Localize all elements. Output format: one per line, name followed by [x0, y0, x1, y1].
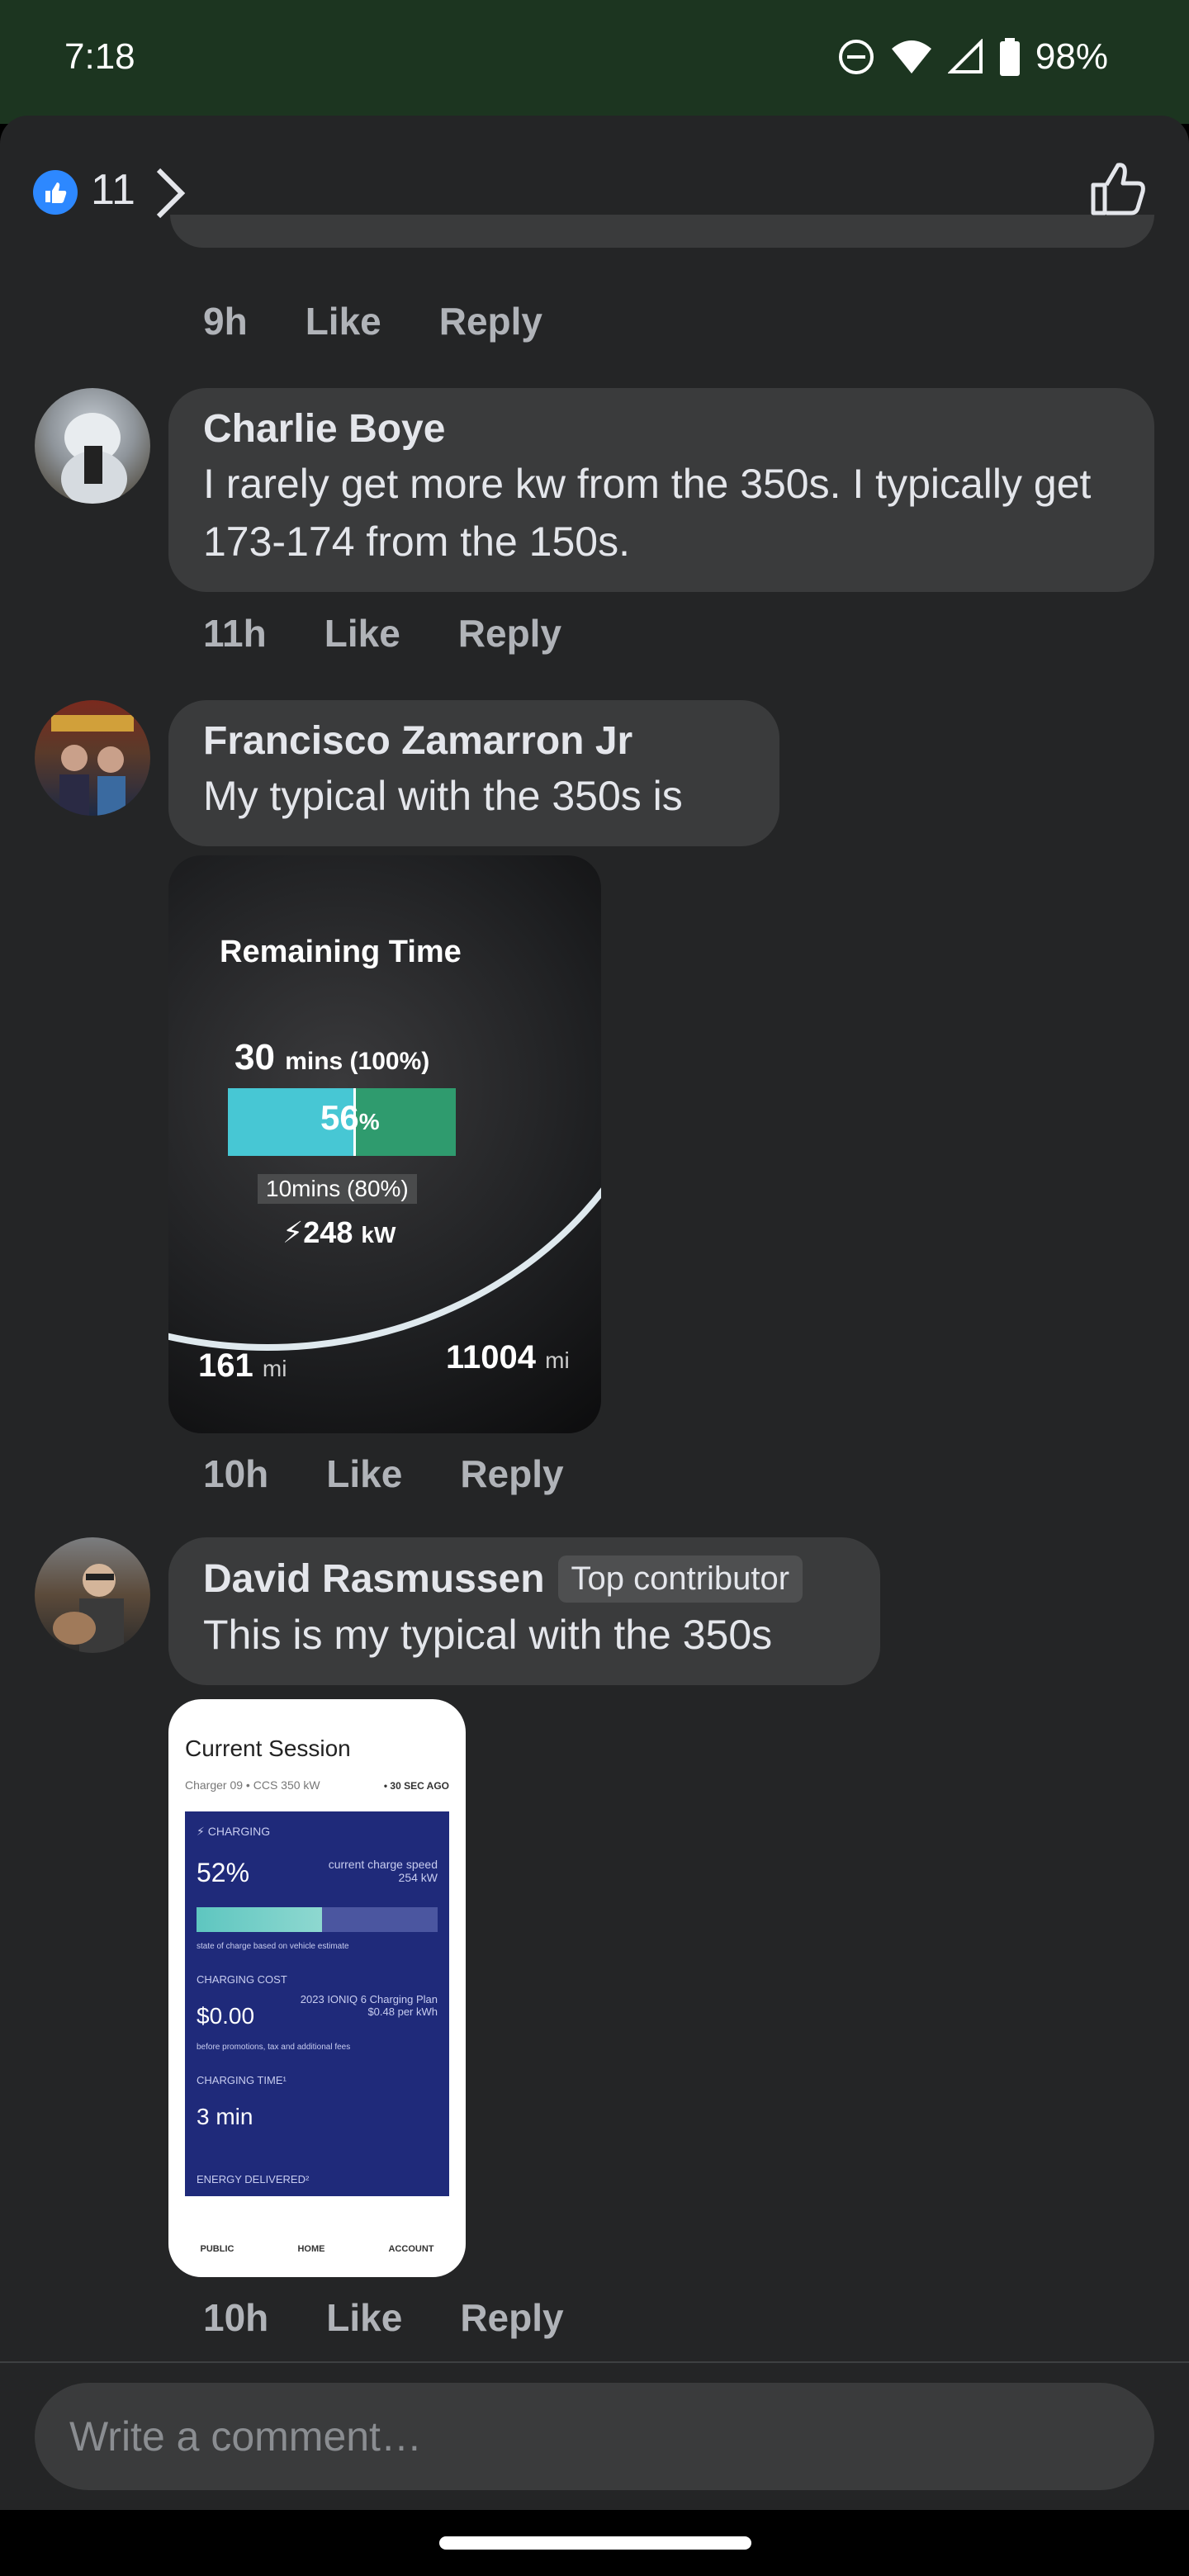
reply-link[interactable]: Reply — [439, 299, 542, 343]
comment-time: 10h — [203, 1452, 269, 1495]
app-nav: PUBLIC HOME ACCOUNT — [200, 2244, 434, 2254]
comment-bubble: Charlie Boye I rarely get more kw from t… — [168, 388, 1154, 592]
app-ago: • 30 SEC AGO — [383, 1780, 449, 1792]
home-gesture-handle[interactable] — [439, 2536, 751, 2550]
comment-bubble: David Rasmussen Top contributor This is m… — [168, 1537, 880, 1685]
like-link[interactable]: Like — [306, 299, 381, 343]
dash-full-time: 30 mins (100%) — [234, 1037, 430, 1077]
comment-photo[interactable]: Current Session Charger 09 • CCS 350 kW … — [168, 1699, 466, 2277]
dash-eighty-time: 10mins (80%) — [258, 1174, 417, 1204]
comment-bubble: Francisco Zamarron Jr My typical with th… — [168, 700, 779, 846]
avatar[interactable] — [35, 700, 150, 816]
comment-text: I rarely get more kw from the 350s. I ty… — [203, 461, 1092, 565]
reactions-header: 11 — [0, 116, 1189, 256]
dash-power: ⚡248 kW — [282, 1215, 396, 1249]
like-link[interactable]: Like — [326, 2295, 402, 2340]
comment-actions: 10h Like Reply — [203, 2295, 564, 2340]
reply-link[interactable]: Reply — [460, 1451, 563, 1496]
comment-input[interactable]: Write a comment… — [35, 2383, 1154, 2490]
comment-actions: 11h Like Reply — [203, 611, 561, 656]
cell-signal-icon — [947, 39, 983, 73]
dash-title: Remaining Time — [220, 935, 462, 969]
app-charger: Charger 09 • CCS 350 kW — [185, 1778, 320, 1792]
like-link[interactable]: Like — [326, 1451, 402, 1496]
reply-link[interactable]: Reply — [458, 611, 561, 656]
comment-time: 11h — [203, 612, 267, 655]
app-soc-bar — [197, 1907, 438, 1932]
comment-author[interactable]: Francisco Zamarron Jr — [203, 718, 746, 764]
like-button-icon[interactable] — [1088, 159, 1148, 218]
top-contributor-badge: Top contributor — [557, 1556, 803, 1603]
reaction-count[interactable]: 11 — [91, 165, 135, 215]
dash-odometer: 11004 mi — [446, 1339, 570, 1376]
wifi-icon — [891, 40, 931, 73]
comment-time: 9h — [203, 300, 248, 343]
avatar[interactable] — [35, 388, 150, 504]
chevron-right-icon[interactable] — [154, 167, 187, 220]
status-time: 7:18 — [64, 36, 135, 77]
dash-soc: 56% — [320, 1098, 380, 1137]
comment-photo[interactable]: Remaining Time 30 mins (100%) 56% 10mins… — [168, 855, 601, 1433]
status-bar: 7:18 98% — [0, 0, 1189, 124]
like-link[interactable]: Like — [324, 611, 400, 656]
status-icons: 98% — [837, 36, 1108, 78]
comment-text: My typical with the 350s is — [203, 773, 683, 819]
composer-divider — [0, 2361, 1189, 2363]
reply-link[interactable]: Reply — [460, 2295, 563, 2340]
system-nav-bar — [0, 2510, 1189, 2576]
comment-text: This is my typical with the 350s — [203, 1612, 773, 1658]
battery-icon — [999, 38, 1020, 76]
battery-percent: 98% — [1035, 36, 1108, 77]
comments-sheet[interactable]: 11 9h Like Reply Charlie Boye I rarely g… — [0, 116, 1189, 2510]
comment-actions: 10h Like Reply — [203, 1451, 564, 1496]
comment-actions: 9h Like Reply — [203, 299, 542, 343]
comment-time: 10h — [203, 2296, 269, 2339]
app-title: Current Session — [185, 1735, 351, 1761]
like-reaction-icon — [33, 170, 78, 215]
comment-author[interactable]: Charlie Boye — [203, 406, 1121, 452]
avatar[interactable] — [35, 1537, 150, 1653]
do-not-disturb-icon — [838, 40, 874, 74]
app-charging-panel: ⚡ CHARGING 52% current charge speed 254 k… — [185, 1811, 449, 2196]
comment-author[interactable]: David Rasmussen Top contributor — [203, 1556, 847, 1603]
dash-range: 161 mi — [198, 1347, 287, 1384]
